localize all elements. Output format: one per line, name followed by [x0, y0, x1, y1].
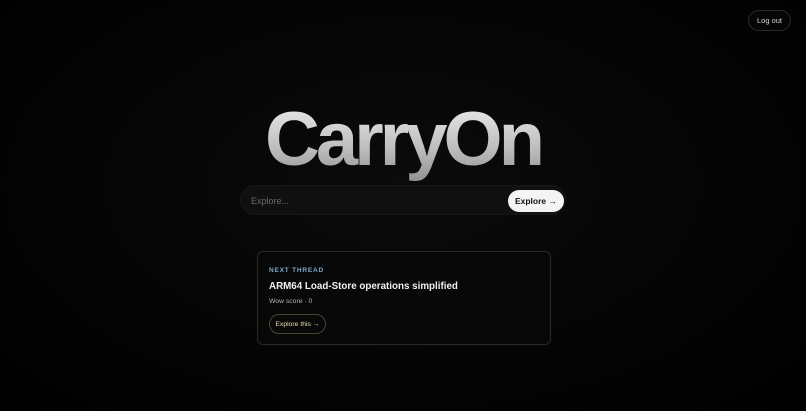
brand-logo: CarryOn	[0, 96, 806, 184]
search-bar: Explore →	[240, 185, 566, 215]
wow-score: Wow score · 0	[269, 298, 313, 305]
explore-this-button[interactable]: Explore this →	[269, 314, 326, 334]
explore-button[interactable]: Explore →	[508, 190, 564, 212]
search-input[interactable]	[251, 191, 501, 211]
logout-button[interactable]: Log out	[748, 10, 791, 31]
card-eyebrow: NEXT THREAD	[269, 267, 325, 274]
next-thread-card: NEXT THREAD ARM64 Load-Store operations …	[257, 251, 551, 345]
page: Log out CarryOn Explore → NEXT THREAD AR…	[0, 0, 806, 411]
thread-title: ARM64 Load-Store operations simplified	[269, 281, 458, 292]
